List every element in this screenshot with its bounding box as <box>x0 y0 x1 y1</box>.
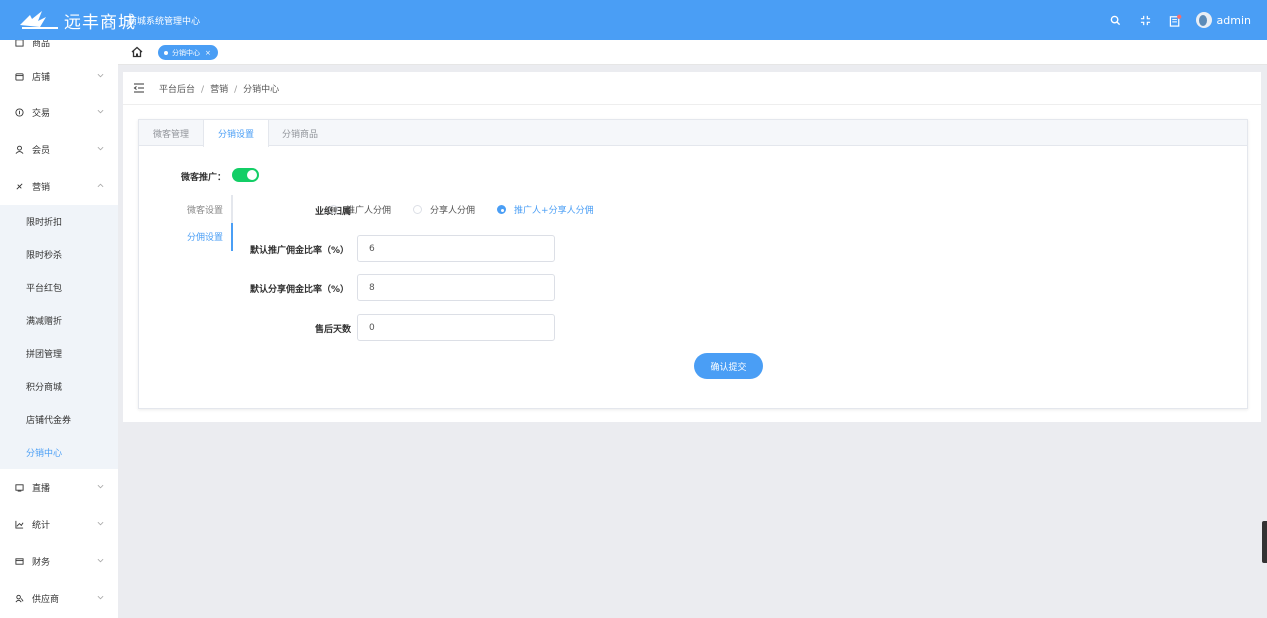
tag-label: 分销中心 <box>172 48 200 57</box>
sidebar-item-member[interactable]: 会员 <box>0 133 118 166</box>
chevron-up-icon <box>97 181 104 191</box>
search-icon[interactable] <box>1108 12 1124 28</box>
fullscreen-icon[interactable] <box>1138 12 1154 28</box>
finance-icon <box>14 557 24 567</box>
sidebar-item-label: 直播 <box>32 484 51 494</box>
tags-bar: 分销中心 × <box>118 40 1267 65</box>
trade-icon <box>14 108 24 118</box>
vtab-weike-settings[interactable]: 微客设置 <box>187 203 223 216</box>
side-drawer-handle[interactable] <box>1262 521 1267 563</box>
sidebar-item-label: 交易 <box>32 109 51 119</box>
stats-icon <box>14 520 24 530</box>
chevron-down-icon <box>97 556 104 566</box>
sidebar-item-label: 商品 <box>32 40 51 49</box>
breadcrumb-item[interactable]: 平台后台 <box>159 85 195 95</box>
supplier-icon <box>14 594 24 604</box>
sidebar-item-label: 会员 <box>32 146 51 156</box>
tab-distribution-settings[interactable]: 分销设置 <box>203 120 269 147</box>
breadcrumb-separator: / <box>201 84 205 95</box>
live-icon <box>14 483 24 493</box>
promo-switch[interactable] <box>232 168 259 182</box>
chevron-down-icon <box>97 482 104 492</box>
collapse-menu-icon[interactable] <box>133 83 145 93</box>
sidebar-subitem[interactable]: 店铺代金券 <box>0 403 118 436</box>
avatar[interactable] <box>1195 12 1212 28</box>
breadcrumb: 平台后台 / 营销 / 分销中心 <box>159 82 279 95</box>
radio-circle <box>329 205 338 214</box>
sidebar-item-store[interactable]: 店铺 <box>0 60 118 93</box>
sidebar: 商品 店铺 交易 会员 营销 限时折扣 限时秒杀 平台红包 满减赠折 拼团管理 … <box>0 40 118 618</box>
submit-button[interactable]: 确认提交 <box>694 353 763 379</box>
radio-label: 推广人分佣 <box>346 206 392 216</box>
tab-distribution-goods[interactable]: 分销商品 <box>269 120 331 146</box>
chevron-down-icon <box>97 144 104 154</box>
sidebar-item-stats[interactable]: 统计 <box>0 508 118 541</box>
aftersale-days-input[interactable]: 0 <box>357 314 555 341</box>
logo-icon <box>20 11 58 29</box>
home-icon[interactable] <box>130 45 144 59</box>
sidebar-item-finance[interactable]: 财务 <box>0 545 118 578</box>
share-rate-label: 默认分享佣金比率（%） <box>249 285 349 295</box>
promo-rate-input[interactable]: 6 <box>357 235 555 262</box>
promo-rate-label: 默认推广佣金比率（%） <box>249 246 349 256</box>
sidebar-item-label: 营销 <box>32 183 51 193</box>
radio-circle <box>497 205 507 214</box>
chevron-down-icon <box>97 519 104 529</box>
sidebar-subitem[interactable]: 平台红包 <box>0 271 118 304</box>
sidebar-item-supplier[interactable]: 供应商 <box>0 582 118 615</box>
sidebar-subitem[interactable]: 限时折扣 <box>0 205 118 238</box>
main-card: 平台后台 / 营销 / 分销中心 微客管理 分销设置 分销商品 微客推广： 微客设置 分… <box>123 72 1261 422</box>
tab-weike-manage[interactable]: 微客管理 <box>139 120 203 146</box>
tag-active[interactable]: 分销中心 × <box>158 45 218 60</box>
sidebar-item-trade[interactable]: 交易 <box>0 96 118 129</box>
sidebar-subitem[interactable]: 满减赠折 <box>0 304 118 337</box>
sidebar-subitem[interactable]: 限时秒杀 <box>0 238 118 271</box>
chevron-down-icon <box>97 107 104 117</box>
sidebar-subitem[interactable]: 积分商城 <box>0 370 118 403</box>
sidebar-item-label: 供应商 <box>32 595 60 605</box>
promo-label: 微客推广： <box>181 173 227 183</box>
system-title: 商城系统管理中心 <box>128 17 201 27</box>
logo[interactable]: 远丰商城 <box>18 9 136 33</box>
breadcrumb-bar: 平台后台 / 营销 / 分销中心 <box>123 72 1261 105</box>
store-icon <box>14 72 24 82</box>
notification-icon[interactable] <box>1168 12 1184 28</box>
radio-sharer[interactable]: 分享人分佣 <box>413 203 475 216</box>
chevron-down-icon <box>97 593 104 603</box>
sidebar-item-goods[interactable]: 商品 <box>0 40 118 59</box>
aftersale-days-label: 售后天数 <box>314 325 351 335</box>
breadcrumb-item: 分销中心 <box>243 84 280 95</box>
radio-promoter[interactable]: 推广人分佣 <box>329 203 391 216</box>
member-icon <box>14 145 24 155</box>
radio-label: 分享人分佣 <box>430 206 476 216</box>
switch-knob <box>247 170 257 180</box>
breadcrumb-separator: / <box>234 84 238 95</box>
close-icon[interactable]: × <box>205 49 211 57</box>
tag-dot <box>164 50 168 55</box>
radio-circle <box>413 205 423 214</box>
settings-panel: 微客管理 分销设置 分销商品 微客推广： 微客设置 分佣设置 业绩归属 推广人分… <box>138 119 1248 409</box>
sidebar-item-marketing[interactable]: 营销 <box>0 170 118 203</box>
share-rate-input[interactable]: 8 <box>357 274 555 301</box>
chevron-down-icon <box>97 71 104 81</box>
goods-icon <box>14 40 24 48</box>
sidebar-subitem[interactable]: 拼团管理 <box>0 337 118 370</box>
breadcrumb-item[interactable]: 营销 <box>210 85 228 95</box>
top-bar: 远丰商城 商城系统管理中心 admin <box>0 0 1267 40</box>
vtab-commission-settings[interactable]: 分佣设置 <box>187 230 223 243</box>
radio-both[interactable]: 推广人+分享人分佣 <box>497 203 594 216</box>
sidebar-subitem-active[interactable]: 分销中心 <box>0 436 118 469</box>
user-name[interactable]: admin <box>1217 14 1251 27</box>
sidebar-item-live[interactable]: 直播 <box>0 471 118 504</box>
logo-text: 远丰商城 <box>64 12 136 33</box>
radio-label: 推广人+分享人分佣 <box>514 206 594 216</box>
attribution-radio-group: 推广人分佣 分享人分佣 推广人+分享人分佣 <box>329 203 616 216</box>
sidebar-item-label: 统计 <box>32 521 51 531</box>
marketing-icon <box>14 182 24 192</box>
tab-bar: 微客管理 分销设置 分销商品 <box>139 120 1247 147</box>
sidebar-item-label: 店铺 <box>32 73 51 83</box>
sidebar-item-label: 财务 <box>32 558 51 568</box>
